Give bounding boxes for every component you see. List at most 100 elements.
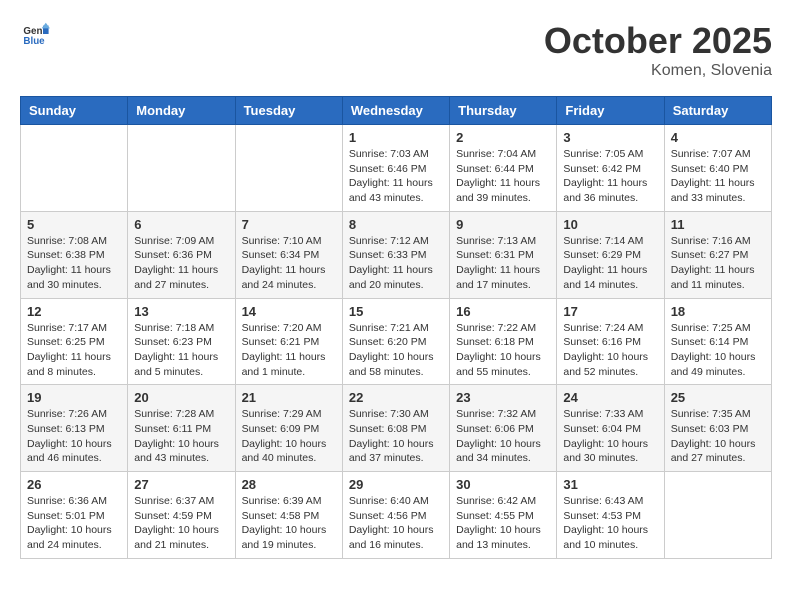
day-number: 4 — [671, 130, 765, 145]
day-info: Sunrise: 7:04 AM Sunset: 6:44 PM Dayligh… — [456, 147, 550, 206]
calendar-cell: 20 Sunrise: 7:28 AM Sunset: 6:11 PM Dayli… — [128, 385, 235, 472]
day-number: 11 — [671, 217, 765, 232]
calendar-table: SundayMondayTuesdayWednesdayThursdayFrid… — [20, 96, 772, 559]
day-number: 2 — [456, 130, 550, 145]
day-info: Sunrise: 7:17 AM Sunset: 6:25 PM Dayligh… — [27, 321, 121, 380]
calendar-cell: 24 Sunrise: 7:33 AM Sunset: 6:04 PM Dayli… — [557, 385, 664, 472]
day-number: 26 — [27, 477, 121, 492]
day-info: Sunrise: 6:40 AM Sunset: 4:56 PM Dayligh… — [349, 494, 443, 553]
day-info: Sunrise: 7:29 AM Sunset: 6:09 PM Dayligh… — [242, 407, 336, 466]
calendar-cell: 29 Sunrise: 6:40 AM Sunset: 4:56 PM Dayli… — [342, 472, 449, 559]
page-header: Gen Blue October 2025 Komen, Slovenia — [20, 20, 772, 80]
calendar-cell: 23Sunrise: 7:32 AM Sunset: 6:06 PM Dayli… — [450, 385, 557, 472]
day-number: 14 — [242, 304, 336, 319]
location: Komen, Slovenia — [544, 62, 772, 80]
calendar-cell: 25 Sunrise: 7:35 AM Sunset: 6:03 PM Dayli… — [664, 385, 771, 472]
calendar-cell: 31Sunrise: 6:43 AM Sunset: 4:53 PM Dayli… — [557, 472, 664, 559]
day-number: 9 — [456, 217, 550, 232]
weekday-wednesday: Wednesday — [342, 97, 449, 125]
calendar-cell: 11 Sunrise: 7:16 AM Sunset: 6:27 PM Dayli… — [664, 211, 771, 298]
calendar-cell: 3 Sunrise: 7:05 AM Sunset: 6:42 PM Daylig… — [557, 125, 664, 212]
day-info: Sunrise: 7:28 AM Sunset: 6:11 PM Dayligh… — [134, 407, 228, 466]
day-info: Sunrise: 6:39 AM Sunset: 4:58 PM Dayligh… — [242, 494, 336, 553]
day-number: 29 — [349, 477, 443, 492]
calendar-cell — [235, 125, 342, 212]
calendar-week-5: 26Sunrise: 6:36 AM Sunset: 5:01 PM Dayli… — [21, 472, 772, 559]
logo-icon: Gen Blue — [22, 20, 50, 48]
day-number: 8 — [349, 217, 443, 232]
day-number: 23 — [456, 390, 550, 405]
day-number: 17 — [563, 304, 657, 319]
calendar-cell: 12 Sunrise: 7:17 AM Sunset: 6:25 PM Dayli… — [21, 298, 128, 385]
calendar-cell — [21, 125, 128, 212]
day-number: 19 — [27, 390, 121, 405]
day-number: 5 — [27, 217, 121, 232]
day-number: 6 — [134, 217, 228, 232]
calendar-cell: 19 Sunrise: 7:26 AM Sunset: 6:13 PM Dayli… — [21, 385, 128, 472]
day-info: Sunrise: 7:35 AM Sunset: 6:03 PM Dayligh… — [671, 407, 765, 466]
day-info: Sunrise: 7:10 AM Sunset: 6:34 PM Dayligh… — [242, 234, 336, 293]
calendar-week-1: 1 Sunrise: 7:03 AM Sunset: 6:46 PM Daylig… — [21, 125, 772, 212]
calendar-cell: 1 Sunrise: 7:03 AM Sunset: 6:46 PM Daylig… — [342, 125, 449, 212]
day-info: Sunrise: 6:42 AM Sunset: 4:55 PM Dayligh… — [456, 494, 550, 553]
day-number: 25 — [671, 390, 765, 405]
day-info: Sunrise: 7:20 AM Sunset: 6:21 PM Dayligh… — [242, 321, 336, 380]
calendar-cell: 26Sunrise: 6:36 AM Sunset: 5:01 PM Dayli… — [21, 472, 128, 559]
day-number: 10 — [563, 217, 657, 232]
calendar-cell: 4 Sunrise: 7:07 AM Sunset: 6:40 PM Daylig… — [664, 125, 771, 212]
calendar-cell — [664, 472, 771, 559]
day-info: Sunrise: 7:33 AM Sunset: 6:04 PM Dayligh… — [563, 407, 657, 466]
day-number: 3 — [563, 130, 657, 145]
weekday-tuesday: Tuesday — [235, 97, 342, 125]
calendar-cell: 28 Sunrise: 6:39 AM Sunset: 4:58 PM Dayli… — [235, 472, 342, 559]
day-info: Sunrise: 7:30 AM Sunset: 6:08 PM Dayligh… — [349, 407, 443, 466]
day-info: Sunrise: 7:16 AM Sunset: 6:27 PM Dayligh… — [671, 234, 765, 293]
day-info: Sunrise: 6:37 AM Sunset: 4:59 PM Dayligh… — [134, 494, 228, 553]
day-number: 16 — [456, 304, 550, 319]
day-info: Sunrise: 7:13 AM Sunset: 6:31 PM Dayligh… — [456, 234, 550, 293]
svg-text:Blue: Blue — [23, 36, 45, 47]
calendar-cell: 8 Sunrise: 7:12 AM Sunset: 6:33 PM Daylig… — [342, 211, 449, 298]
calendar-cell: 18Sunrise: 7:25 AM Sunset: 6:14 PM Dayli… — [664, 298, 771, 385]
calendar-body: 1 Sunrise: 7:03 AM Sunset: 6:46 PM Daylig… — [21, 125, 772, 559]
month-title: October 2025 — [544, 20, 772, 62]
day-number: 15 — [349, 304, 443, 319]
calendar-cell: 15 Sunrise: 7:21 AM Sunset: 6:20 PM Dayli… — [342, 298, 449, 385]
calendar-cell: 14 Sunrise: 7:20 AM Sunset: 6:21 PM Dayli… — [235, 298, 342, 385]
calendar-cell: 16Sunrise: 7:22 AM Sunset: 6:18 PM Dayli… — [450, 298, 557, 385]
calendar-cell: 17Sunrise: 7:24 AM Sunset: 6:16 PM Dayli… — [557, 298, 664, 385]
logo: Gen Blue — [20, 20, 50, 48]
weekday-thursday: Thursday — [450, 97, 557, 125]
calendar-week-2: 5 Sunrise: 7:08 AM Sunset: 6:38 PM Daylig… — [21, 211, 772, 298]
day-info: Sunrise: 7:18 AM Sunset: 6:23 PM Dayligh… — [134, 321, 228, 380]
day-number: 20 — [134, 390, 228, 405]
weekday-friday: Friday — [557, 97, 664, 125]
day-number: 12 — [27, 304, 121, 319]
calendar-cell: 22Sunrise: 7:30 AM Sunset: 6:08 PM Dayli… — [342, 385, 449, 472]
day-info: Sunrise: 7:05 AM Sunset: 6:42 PM Dayligh… — [563, 147, 657, 206]
calendar-cell: 10 Sunrise: 7:14 AM Sunset: 6:29 PM Dayli… — [557, 211, 664, 298]
day-info: Sunrise: 7:12 AM Sunset: 6:33 PM Dayligh… — [349, 234, 443, 293]
day-info: Sunrise: 7:21 AM Sunset: 6:20 PM Dayligh… — [349, 321, 443, 380]
day-info: Sunrise: 7:14 AM Sunset: 6:29 PM Dayligh… — [563, 234, 657, 293]
day-info: Sunrise: 7:03 AM Sunset: 6:46 PM Dayligh… — [349, 147, 443, 206]
day-number: 13 — [134, 304, 228, 319]
calendar-cell: 6 Sunrise: 7:09 AM Sunset: 6:36 PM Daylig… — [128, 211, 235, 298]
calendar-cell: 27Sunrise: 6:37 AM Sunset: 4:59 PM Dayli… — [128, 472, 235, 559]
calendar-cell: 30Sunrise: 6:42 AM Sunset: 4:55 PM Dayli… — [450, 472, 557, 559]
calendar-cell: 2 Sunrise: 7:04 AM Sunset: 6:44 PM Daylig… — [450, 125, 557, 212]
calendar-cell: 5 Sunrise: 7:08 AM Sunset: 6:38 PM Daylig… — [21, 211, 128, 298]
day-info: Sunrise: 7:26 AM Sunset: 6:13 PM Dayligh… — [27, 407, 121, 466]
day-number: 1 — [349, 130, 443, 145]
weekday-header-row: SundayMondayTuesdayWednesdayThursdayFrid… — [21, 97, 772, 125]
day-info: Sunrise: 7:09 AM Sunset: 6:36 PM Dayligh… — [134, 234, 228, 293]
day-number: 7 — [242, 217, 336, 232]
day-info: Sunrise: 6:43 AM Sunset: 4:53 PM Dayligh… — [563, 494, 657, 553]
day-number: 28 — [242, 477, 336, 492]
day-number: 21 — [242, 390, 336, 405]
day-info: Sunrise: 7:07 AM Sunset: 6:40 PM Dayligh… — [671, 147, 765, 206]
day-info: Sunrise: 7:08 AM Sunset: 6:38 PM Dayligh… — [27, 234, 121, 293]
calendar-cell: 9 Sunrise: 7:13 AM Sunset: 6:31 PM Daylig… — [450, 211, 557, 298]
day-number: 24 — [563, 390, 657, 405]
calendar-week-3: 12 Sunrise: 7:17 AM Sunset: 6:25 PM Dayli… — [21, 298, 772, 385]
